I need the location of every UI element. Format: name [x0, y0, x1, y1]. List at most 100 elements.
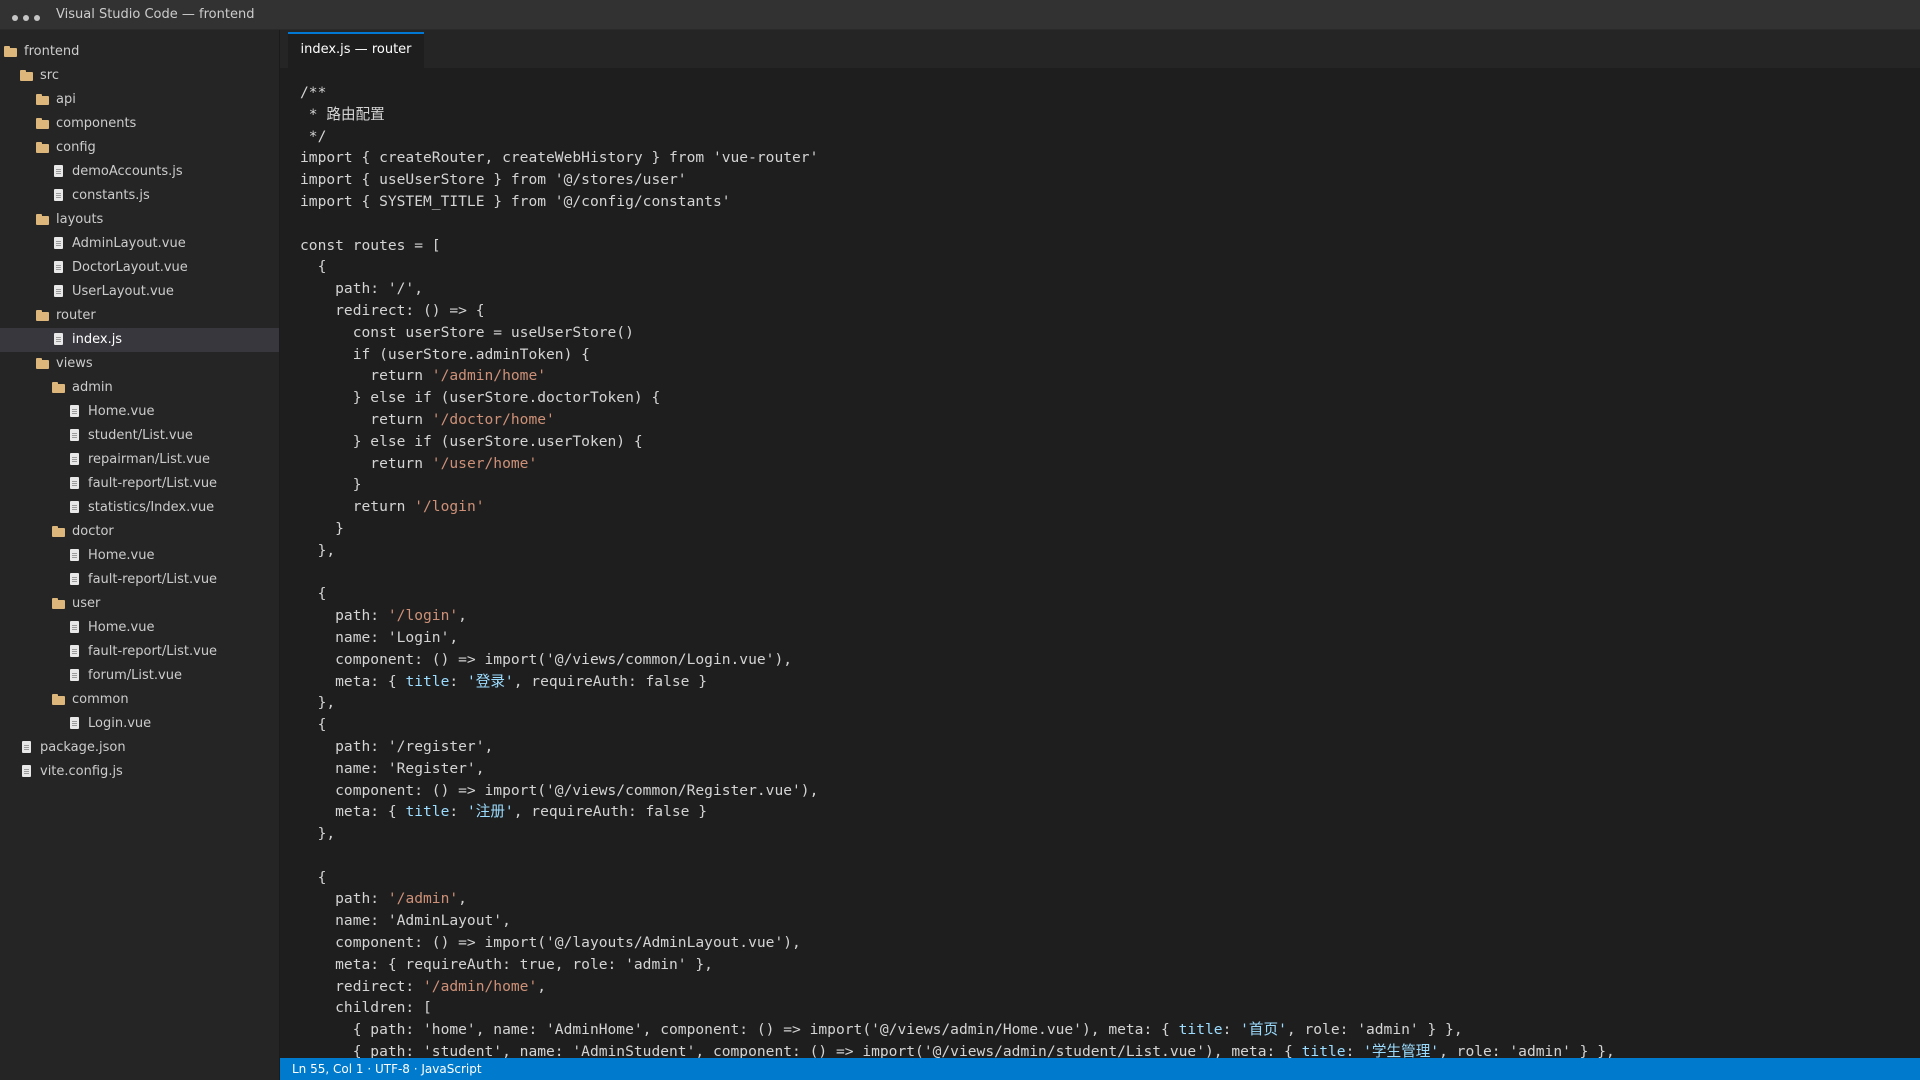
- code-token: /**: [300, 84, 327, 101]
- file-icon: [67, 549, 83, 563]
- code-editor[interactable]: /** * 路由配置 */ import { createRouter, crea…: [280, 68, 1920, 1058]
- code-token: , role: 'admin' } },: [1439, 1043, 1615, 1058]
- explorer-folder[interactable]: src: [0, 64, 279, 88]
- code-token: { path: 'home', name: 'AdminHome', compo…: [300, 1021, 1179, 1039]
- explorer-file[interactable]: DoctorLayout.vue: [0, 256, 279, 280]
- code-line: path: '/',: [300, 278, 1920, 300]
- code-content[interactable]: /** * 路由配置 */ import { createRouter, crea…: [280, 68, 1920, 1058]
- code-token: '登录': [466, 672, 514, 690]
- code-line: component: () => import('@/views/common/…: [300, 780, 1920, 802]
- explorer-folder[interactable]: common: [0, 688, 279, 712]
- code-token: , requireAuth: false }: [513, 803, 708, 821]
- code-line: }: [300, 518, 1920, 540]
- code-token: path: '/register',: [300, 737, 494, 755]
- code-token: name: 'AdminLayout',: [300, 912, 511, 930]
- code-line: return '/doctor/home': [300, 409, 1920, 431]
- explorer-item-label: vite.config.js: [40, 764, 123, 779]
- folder-icon: [51, 525, 67, 539]
- code-line: },: [300, 540, 1920, 562]
- explorer-folder[interactable]: admin: [0, 376, 279, 400]
- explorer-item-label: src: [40, 68, 59, 83]
- file-icon: [51, 237, 67, 251]
- explorer-folder[interactable]: components: [0, 112, 279, 136]
- code-token: title: [1178, 1021, 1223, 1039]
- explorer-file[interactable]: fault-report/List.vue: [0, 568, 279, 592]
- explorer-file[interactable]: Home.vue: [0, 616, 279, 640]
- code-token: title: [405, 803, 450, 821]
- code-token: * 路由配置: [300, 105, 385, 123]
- explorer-file[interactable]: student/List.vue: [0, 424, 279, 448]
- explorer-file[interactable]: package.json: [0, 736, 279, 760]
- explorer-file[interactable]: fault-report/List.vue: [0, 472, 279, 496]
- tab-index-js[interactable]: index.js — router: [288, 32, 424, 68]
- code-line: import { createRouter, createWebHistory …: [300, 147, 1920, 169]
- explorer-folder[interactable]: router: [0, 304, 279, 328]
- folder-icon: [51, 597, 67, 611]
- file-icon: [67, 501, 83, 515]
- explorer-folder[interactable]: config: [0, 136, 279, 160]
- explorer-item-label: repairman/List.vue: [88, 452, 211, 467]
- folder-icon: [35, 357, 51, 371]
- explorer-folder[interactable]: user: [0, 592, 279, 616]
- title-bar: Visual Studio Code — frontend: [0, 0, 1920, 30]
- code-line: const userStore = useUserStore(): [300, 322, 1920, 344]
- file-icon: [67, 645, 83, 659]
- explorer-item-label: DoctorLayout.vue: [72, 260, 188, 275]
- explorer-file[interactable]: fault-report/List.vue: [0, 640, 279, 664]
- code-line: component: () => import('@/views/common/…: [300, 649, 1920, 671]
- window-menu-dots-icon[interactable]: [12, 15, 40, 21]
- explorer-file[interactable]: UserLayout.vue: [0, 280, 279, 304]
- code-line: children: [: [300, 997, 1920, 1019]
- code-token: name: 'Login',: [300, 628, 459, 646]
- explorer-file[interactable]: vite.config.js: [0, 760, 279, 784]
- explorer-folder[interactable]: frontend: [0, 40, 279, 64]
- code-token: '/login': [414, 498, 485, 516]
- code-token: meta: { requireAuth: true, role: 'admin'…: [300, 955, 713, 973]
- explorer-file[interactable]: repairman/List.vue: [0, 448, 279, 472]
- explorer-item-label: fault-report/List.vue: [88, 476, 218, 491]
- code-token: {: [300, 868, 327, 886]
- explorer-item-label: package.json: [40, 740, 126, 755]
- code-token: {: [300, 258, 327, 276]
- explorer-item-label: frontend: [24, 44, 80, 59]
- code-token: meta: {: [300, 803, 406, 821]
- code-token: meta: {: [300, 672, 406, 690]
- explorer-file[interactable]: Home.vue: [0, 400, 279, 424]
- explorer-file[interactable]: Login.vue: [0, 712, 279, 736]
- explorer-file[interactable]: constants.js: [0, 184, 279, 208]
- code-token: },: [300, 541, 336, 559]
- status-text[interactable]: Ln 55, Col 1 · UTF-8 · JavaScript: [292, 1062, 482, 1076]
- explorer-folder[interactable]: doctor: [0, 520, 279, 544]
- explorer-folder[interactable]: views: [0, 352, 279, 376]
- code-token: {: [300, 716, 327, 734]
- code-line: * 路由配置: [300, 104, 1920, 126]
- code-line: { path: 'home', name: 'AdminHome', compo…: [300, 1019, 1920, 1041]
- explorer-file[interactable]: AdminLayout.vue: [0, 232, 279, 256]
- code-token: return: [300, 367, 432, 385]
- explorer-file[interactable]: Home.vue: [0, 544, 279, 568]
- explorer-file[interactable]: forum/List.vue: [0, 664, 279, 688]
- explorer-file[interactable]: demoAccounts.js: [0, 160, 279, 184]
- code-token: path:: [300, 890, 388, 908]
- code-token: },: [300, 825, 336, 843]
- explorer-file[interactable]: statistics/Index.vue: [0, 496, 279, 520]
- file-icon: [19, 765, 35, 779]
- code-token: '/admin/home': [431, 367, 547, 385]
- code-token: '/admin/home': [423, 977, 538, 995]
- explorer-item-label: components: [56, 116, 137, 131]
- code-line: {: [300, 583, 1920, 605]
- code-token: '学生管理': [1363, 1043, 1440, 1058]
- code-line: const routes = [: [300, 235, 1920, 257]
- file-icon: [19, 741, 35, 755]
- explorer-folder[interactable]: api: [0, 88, 279, 112]
- code-line: component: () => import('@/layouts/Admin…: [300, 932, 1920, 954]
- code-token: return: [300, 410, 432, 428]
- explorer-item-label: views: [56, 356, 93, 371]
- code-token: }: [300, 519, 344, 537]
- explorer-folder[interactable]: layouts: [0, 208, 279, 232]
- file-icon: [67, 717, 83, 731]
- code-line: name: 'Login',: [300, 627, 1920, 649]
- explorer-file[interactable]: index.js: [0, 328, 279, 352]
- explorer-item-label: router: [56, 308, 96, 323]
